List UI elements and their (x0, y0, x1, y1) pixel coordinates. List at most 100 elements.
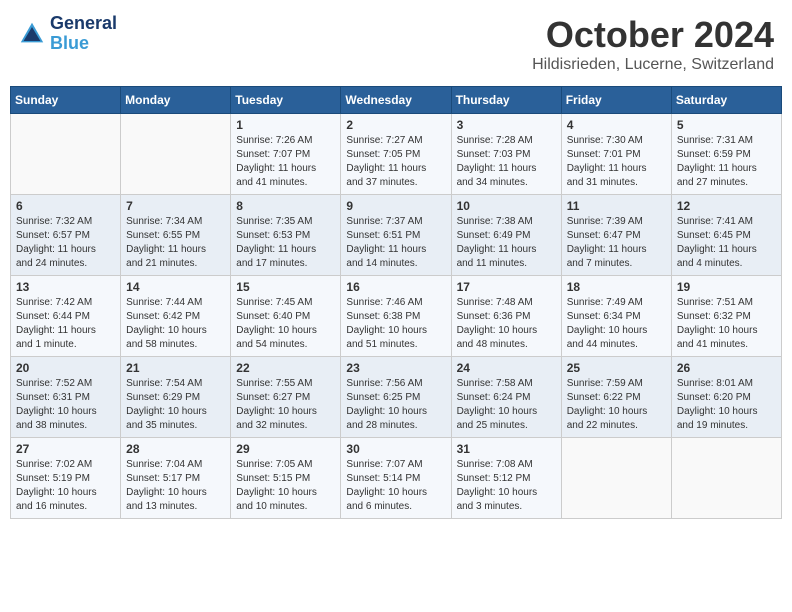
day-number: 29 (236, 442, 335, 456)
calendar-cell: 4Sunrise: 7:30 AM Sunset: 7:01 PM Daylig… (561, 114, 671, 195)
month-title: October 2024 (532, 14, 774, 56)
day-number: 9 (346, 199, 445, 213)
calendar-cell: 2 Sunrise: 7:27 AM Sunset: 7:05 PM Daylig… (341, 114, 451, 195)
calendar-cell: 26 Sunrise: 8:01 AM Sunset: 6:20 PM Dayli… (671, 357, 781, 438)
day-info: Sunrise: 7:37 AM Sunset: 6:51 PM Dayligh… (346, 215, 445, 271)
day-number: 30 (346, 442, 445, 456)
day-info: Sunrise: 7:44 AM Sunset: 6:42 PM Dayligh… (126, 296, 225, 352)
day-info: Sunrise: 7:02 AM Sunset: 5:19 PM Dayligh… (16, 458, 115, 514)
day-info: Sunrise: 7:27 AM Sunset: 7:05 PM Dayligh… (346, 134, 445, 190)
day-number: 28 (126, 442, 225, 456)
day-info: Sunrise: 7:46 AM Sunset: 6:38 PM Dayligh… (346, 296, 445, 352)
calendar-cell: 31 Sunrise: 7:08 AM Sunset: 5:12 PM Dayli… (451, 438, 561, 519)
logo-line1: General (50, 14, 117, 34)
title-area: October 2024 Hildisrieden, Lucerne, Swit… (532, 14, 774, 74)
day-number: 18 (567, 280, 666, 294)
day-info: Sunrise: 7:05 AM Sunset: 5:15 PM Dayligh… (236, 458, 335, 514)
day-number: 17 (457, 280, 556, 294)
day-info: Sunrise: 7:48 AM Sunset: 6:36 PM Dayligh… (457, 296, 556, 352)
day-number: 3 (457, 118, 556, 132)
day-header-monday: Monday (121, 87, 231, 114)
day-info: Sunrise: 7:35 AM Sunset: 6:53 PM Dayligh… (236, 215, 335, 271)
day-info: Sunrise: 7:54 AM Sunset: 6:29 PM Dayligh… (126, 377, 225, 433)
calendar-cell: 21 Sunrise: 7:54 AM Sunset: 6:29 PM Dayli… (121, 357, 231, 438)
calendar-cell: 24 Sunrise: 7:58 AM Sunset: 6:24 PM Dayli… (451, 357, 561, 438)
day-info: Sunrise: 7:07 AM Sunset: 5:14 PM Dayligh… (346, 458, 445, 514)
calendar-cell: 5 Sunrise: 7:31 AM Sunset: 6:59 PM Daylig… (671, 114, 781, 195)
day-number: 20 (16, 361, 115, 375)
calendar-cell: 17 Sunrise: 7:48 AM Sunset: 6:36 PM Dayli… (451, 276, 561, 357)
calendar-cell (11, 114, 121, 195)
calendar-cell (121, 114, 231, 195)
day-number: 31 (457, 442, 556, 456)
day-number: 14 (126, 280, 225, 294)
day-info: Sunrise: 7:34 AM Sunset: 6:55 PM Dayligh… (126, 215, 225, 271)
calendar-cell: 27Sunrise: 7:02 AM Sunset: 5:19 PM Dayli… (11, 438, 121, 519)
logo-line2: Blue (50, 34, 117, 54)
calendar-cell: 10 Sunrise: 7:38 AM Sunset: 6:49 PM Dayli… (451, 195, 561, 276)
calendar-cell: 3 Sunrise: 7:28 AM Sunset: 7:03 PM Daylig… (451, 114, 561, 195)
day-number: 6 (16, 199, 115, 213)
calendar-cell: 11Sunrise: 7:39 AM Sunset: 6:47 PM Dayli… (561, 195, 671, 276)
day-number: 15 (236, 280, 335, 294)
calendar-week-row: 6 Sunrise: 7:32 AM Sunset: 6:57 PM Daylig… (11, 195, 782, 276)
logo: General Blue (18, 14, 117, 54)
day-info: Sunrise: 7:52 AM Sunset: 6:31 PM Dayligh… (16, 377, 115, 433)
day-header-saturday: Saturday (671, 87, 781, 114)
day-info: Sunrise: 7:41 AM Sunset: 6:45 PM Dayligh… (677, 215, 776, 271)
calendar-cell: 29 Sunrise: 7:05 AM Sunset: 5:15 PM Dayli… (231, 438, 341, 519)
day-number: 23 (346, 361, 445, 375)
day-info: Sunrise: 7:59 AM Sunset: 6:22 PM Dayligh… (567, 377, 666, 433)
day-info: Sunrise: 7:51 AM Sunset: 6:32 PM Dayligh… (677, 296, 776, 352)
day-header-tuesday: Tuesday (231, 87, 341, 114)
day-number: 10 (457, 199, 556, 213)
day-number: 21 (126, 361, 225, 375)
calendar-cell: 28 Sunrise: 7:04 AM Sunset: 5:17 PM Dayli… (121, 438, 231, 519)
day-number: 12 (677, 199, 776, 213)
day-number: 19 (677, 280, 776, 294)
day-info: Sunrise: 7:49 AM Sunset: 6:34 PM Dayligh… (567, 296, 666, 352)
calendar-cell: 12 Sunrise: 7:41 AM Sunset: 6:45 PM Dayli… (671, 195, 781, 276)
day-info: Sunrise: 7:38 AM Sunset: 6:49 PM Dayligh… (457, 215, 556, 271)
calendar-cell: 8 Sunrise: 7:35 AM Sunset: 6:53 PM Daylig… (231, 195, 341, 276)
calendar-cell: 7 Sunrise: 7:34 AM Sunset: 6:55 PM Daylig… (121, 195, 231, 276)
calendar-week-row: 27Sunrise: 7:02 AM Sunset: 5:19 PM Dayli… (11, 438, 782, 519)
calendar-cell: 23 Sunrise: 7:56 AM Sunset: 6:25 PM Dayli… (341, 357, 451, 438)
calendar-cell: 9 Sunrise: 7:37 AM Sunset: 6:51 PM Daylig… (341, 195, 451, 276)
day-info: Sunrise: 7:26 AM Sunset: 7:07 PM Dayligh… (236, 134, 335, 190)
day-info: Sunrise: 7:39 AM Sunset: 6:47 PM Dayligh… (567, 215, 666, 271)
day-info: Sunrise: 8:01 AM Sunset: 6:20 PM Dayligh… (677, 377, 776, 433)
day-info: Sunrise: 7:04 AM Sunset: 5:17 PM Dayligh… (126, 458, 225, 514)
day-info: Sunrise: 7:31 AM Sunset: 6:59 PM Dayligh… (677, 134, 776, 190)
day-number: 7 (126, 199, 225, 213)
day-info: Sunrise: 7:56 AM Sunset: 6:25 PM Dayligh… (346, 377, 445, 433)
day-number: 5 (677, 118, 776, 132)
day-number: 13 (16, 280, 115, 294)
day-info: Sunrise: 7:55 AM Sunset: 6:27 PM Dayligh… (236, 377, 335, 433)
day-info: Sunrise: 7:58 AM Sunset: 6:24 PM Dayligh… (457, 377, 556, 433)
calendar-table: SundayMondayTuesdayWednesdayThursdayFrid… (10, 86, 782, 519)
calendar-cell: 19 Sunrise: 7:51 AM Sunset: 6:32 PM Dayli… (671, 276, 781, 357)
day-info: Sunrise: 7:28 AM Sunset: 7:03 PM Dayligh… (457, 134, 556, 190)
calendar-cell: 20 Sunrise: 7:52 AM Sunset: 6:31 PM Dayli… (11, 357, 121, 438)
calendar-cell: 15Sunrise: 7:45 AM Sunset: 6:40 PM Dayli… (231, 276, 341, 357)
day-header-thursday: Thursday (451, 87, 561, 114)
day-info: Sunrise: 7:32 AM Sunset: 6:57 PM Dayligh… (16, 215, 115, 271)
calendar-cell: 18 Sunrise: 7:49 AM Sunset: 6:34 PM Dayli… (561, 276, 671, 357)
logo-icon (18, 20, 46, 48)
page-header: General Blue October 2024 Hildisrieden, … (10, 10, 782, 78)
day-info: Sunrise: 7:08 AM Sunset: 5:12 PM Dayligh… (457, 458, 556, 514)
day-header-sunday: Sunday (11, 87, 121, 114)
day-number: 26 (677, 361, 776, 375)
day-number: 8 (236, 199, 335, 213)
calendar-cell (671, 438, 781, 519)
calendar-cell: 14 Sunrise: 7:44 AM Sunset: 6:42 PM Dayli… (121, 276, 231, 357)
calendar-week-row: 13 Sunrise: 7:42 AM Sunset: 6:44 PM Dayli… (11, 276, 782, 357)
day-info: Sunrise: 7:30 AM Sunset: 7:01 PM Dayligh… (567, 134, 666, 190)
logo-text: General Blue (50, 14, 117, 54)
day-header-friday: Friday (561, 87, 671, 114)
day-info: Sunrise: 7:42 AM Sunset: 6:44 PM Dayligh… (16, 296, 115, 352)
day-number: 2 (346, 118, 445, 132)
day-number: 24 (457, 361, 556, 375)
day-number: 25 (567, 361, 666, 375)
